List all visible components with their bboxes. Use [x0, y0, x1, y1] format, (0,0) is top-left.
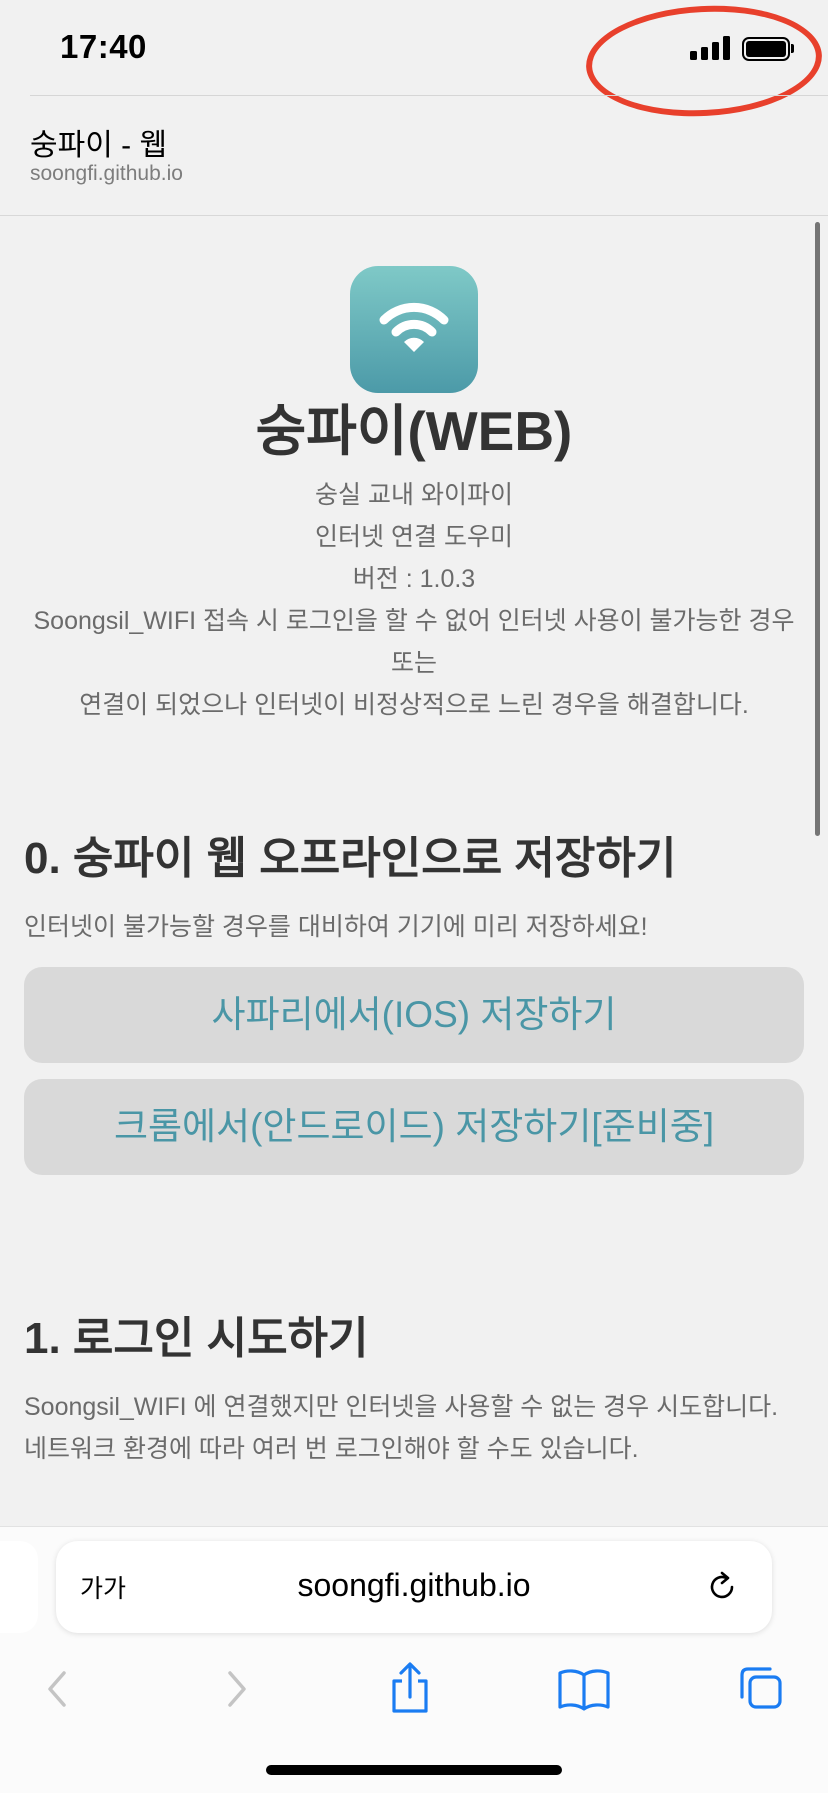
- tabs-icon[interactable]: [730, 1661, 790, 1717]
- bookmarks-icon[interactable]: [554, 1661, 614, 1717]
- home-indicator: [266, 1765, 562, 1775]
- status-time: 17:40: [60, 28, 147, 65]
- page-title: 숭파이 - 웹: [30, 129, 168, 162]
- section-1-title: 1. 로그인 시도하기: [24, 1314, 369, 1363]
- previous-tab-card[interactable]: [0, 1541, 38, 1633]
- safari-bottom-bar: 가가 soongfi.github.io: [0, 1526, 828, 1793]
- save-safari-button[interactable]: 사파리에서(IOS) 저장하기: [24, 967, 804, 1063]
- status-bar: 17:40: [0, 0, 828, 123]
- forward-icon[interactable]: [206, 1661, 266, 1717]
- page-header: 숭파이 - 웹 soongfi.github.io: [0, 96, 828, 216]
- share-icon[interactable]: [380, 1661, 440, 1717]
- hero-subtitle: 숭실 교내 와이파이 인터넷 연결 도우미 버전 : 1.0.3 Soongsi…: [20, 474, 808, 726]
- version-text: 버전 : 1.0.3: [352, 565, 476, 593]
- section-1-description: Soongsil_WIFI 에 연결했지만 인터넷을 사용할 수 없는 경우 시…: [24, 1386, 804, 1470]
- back-icon[interactable]: [28, 1661, 88, 1717]
- wifi-icon: [350, 266, 478, 393]
- subtitle-line: 인터넷 연결 도우미: [315, 523, 513, 551]
- reload-icon[interactable]: [704, 1569, 740, 1605]
- section-0-description: 인터넷이 불가능할 경우를 대비하여 기기에 미리 저장하세요!: [24, 913, 648, 941]
- page-content: 숭파이(WEB) 숭실 교내 와이파이 인터넷 연결 도우미 버전 : 1.0.…: [0, 216, 828, 1526]
- address-bar[interactable]: 가가 soongfi.github.io: [56, 1541, 772, 1633]
- subtitle-line: Soongsil_WIFI 접속 시 로그인을 할 수 없어 인터넷 사용이 불…: [33, 607, 795, 677]
- save-chrome-button[interactable]: 크롬에서(안드로이드) 저장하기[준비중]: [24, 1079, 804, 1175]
- subtitle-line: 숭실 교내 와이파이: [315, 481, 513, 509]
- description-line: Soongsil_WIFI 에 연결했지만 인터넷을 사용할 수 없는 경우 시…: [24, 1393, 779, 1421]
- hero-title: 숭파이(WEB): [255, 400, 573, 462]
- address-url[interactable]: soongfi.github.io: [56, 1567, 772, 1604]
- section-0-title: 0. 숭파이 웹 오프라인으로 저장하기: [24, 834, 677, 883]
- page-domain: soongfi.github.io: [30, 162, 183, 185]
- description-line: 네트워크 환경에 따라 여러 번 로그인해야 할 수도 있습니다.: [24, 1435, 639, 1463]
- subtitle-line: 연결이 되었으나 인터넷이 비정상적으로 느린 경우을 해결합니다.: [79, 691, 749, 719]
